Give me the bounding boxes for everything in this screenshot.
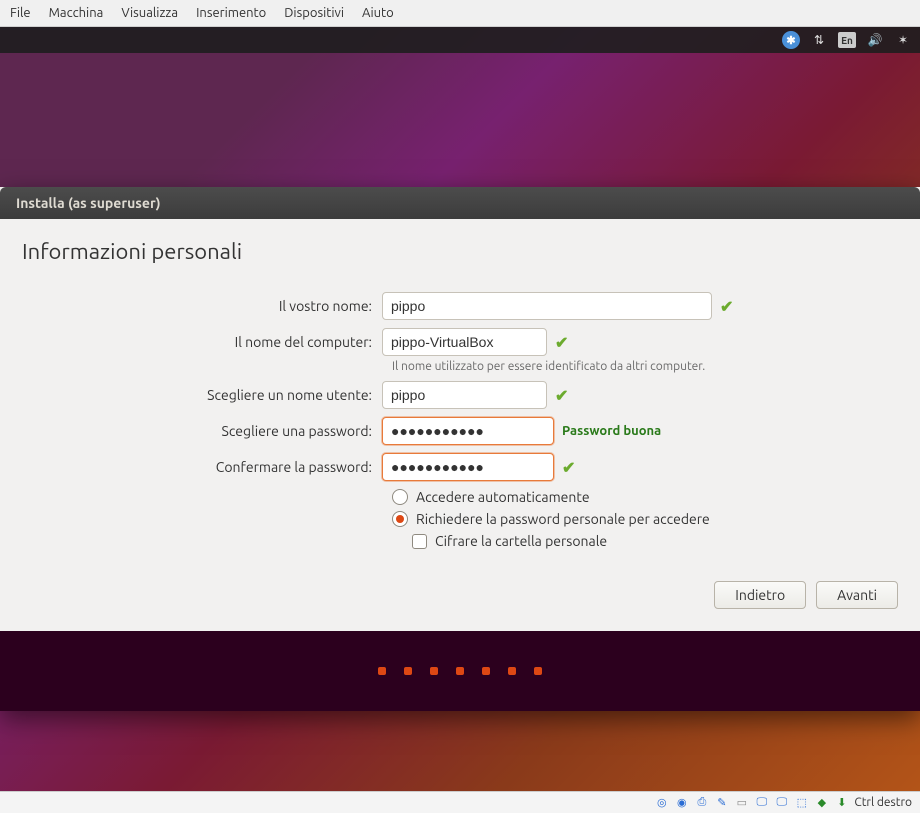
label-name: Il vostro nome: (22, 298, 382, 314)
checkbox-encrypt-home[interactable]: Cifrare la cartella personale (392, 533, 898, 549)
progress-dot (508, 667, 516, 675)
radio-require-password[interactable]: Richiedere la password personale per acc… (392, 511, 898, 527)
computer-name-hint: Il nome utilizzato per essere identifica… (392, 360, 898, 373)
radio-auto-login[interactable]: Accedere automaticamente (392, 489, 898, 505)
vm-menu-inserimento[interactable]: Inserimento (196, 6, 266, 20)
video-capture-icon[interactable]: ⬚ (794, 795, 809, 810)
label-password: Scegliere una password: (22, 423, 382, 439)
guest-desktop: ✱ ⇅ En 🔊 ✶ Installa (as superuser) Infor… (0, 27, 920, 791)
radio-label: Accedere automaticamente (416, 489, 590, 505)
guest-top-panel: ✱ ⇅ En 🔊 ✶ (0, 27, 920, 53)
vm-menu-visualizza[interactable]: Visualizza (121, 6, 178, 20)
progress-dot (456, 667, 464, 675)
vm-menu-aiuto[interactable]: Aiuto (362, 6, 394, 20)
usb-icon[interactable]: ⎙ (694, 795, 709, 810)
computer-name-input[interactable] (382, 328, 547, 356)
vm-menu-macchina[interactable]: Macchina (49, 6, 104, 20)
checkbox-icon (412, 534, 427, 549)
display-icon[interactable]: ▭ (734, 795, 749, 810)
vm-menu-dispositivi[interactable]: Dispositivi (284, 6, 344, 20)
progress-dot (430, 667, 438, 675)
progress-indicator (0, 631, 920, 711)
radio-label: Richiedere la password personale per acc… (416, 511, 710, 527)
checkbox-label: Cifrare la cartella personale (435, 533, 607, 549)
language-indicator[interactable]: En (838, 31, 856, 49)
radio-icon (392, 511, 408, 527)
username-input[interactable] (382, 381, 547, 409)
progress-dot (482, 667, 490, 675)
optical-icon[interactable]: ◉ (674, 795, 689, 810)
label-computer: Il nome del computer: (22, 334, 382, 350)
radio-icon (392, 489, 408, 505)
audio-icon[interactable]: 🖵 (774, 795, 789, 810)
vm-status-bar: ◎ ◉ ⎙ ✎ ▭ 🖵 🖵 ⬚ ◆ ⬇ Ctrl destro (0, 791, 920, 813)
password-input[interactable] (382, 417, 554, 445)
password-strength-label: Password buona (562, 424, 661, 438)
installer-window: Installa (as superuser) Informazioni per… (0, 187, 920, 711)
network-status-icon[interactable]: 🖵 (754, 795, 769, 810)
progress-dot (404, 667, 412, 675)
label-username: Scegliere un nome utente: (22, 387, 382, 403)
page-heading: Informazioni personali (22, 239, 898, 264)
name-input[interactable] (382, 292, 712, 320)
host-key-label: Ctrl destro (854, 796, 912, 809)
clipboard-icon[interactable]: ◆ (814, 795, 829, 810)
hdd-icon[interactable]: ◎ (654, 795, 669, 810)
accessibility-icon[interactable]: ✱ (782, 31, 800, 49)
network-icon[interactable]: ⇅ (810, 31, 828, 49)
shared-folder-icon[interactable]: ✎ (714, 795, 729, 810)
progress-dot (378, 667, 386, 675)
check-icon: ✔ (555, 333, 568, 352)
progress-dot (534, 667, 542, 675)
sound-icon[interactable]: 🔊 (866, 31, 884, 49)
check-icon: ✔ (562, 458, 575, 477)
vm-menu-file[interactable]: File (10, 6, 31, 20)
session-icon[interactable]: ✶ (894, 31, 912, 49)
check-icon: ✔ (720, 297, 733, 316)
window-titlebar: Installa (as superuser) (0, 187, 920, 219)
next-button[interactable]: Avanti (816, 581, 898, 609)
guest-additions-icon[interactable]: ⬇ (834, 795, 849, 810)
back-button[interactable]: Indietro (714, 581, 806, 609)
label-confirm: Confermare la password: (22, 459, 382, 475)
confirm-password-input[interactable] (382, 453, 554, 481)
vm-host-menubar: File Macchina Visualizza Inserimento Dis… (0, 0, 920, 27)
check-icon: ✔ (555, 386, 568, 405)
